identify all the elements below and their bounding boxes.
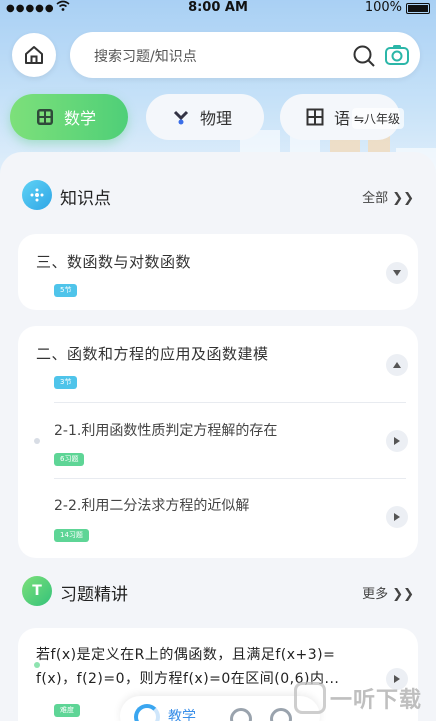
tab-chinese-label: 语 (334, 109, 351, 128)
chapter-title: 二、函数和方程的应用及函数建模 (36, 345, 269, 363)
difficulty-badge: 难度 (54, 704, 80, 717)
knowledge-icon (22, 180, 52, 210)
watermark-logo-icon (294, 682, 326, 714)
battery-icon (406, 3, 430, 14)
exercise-t-icon: T (22, 576, 52, 606)
calculator-icon (36, 108, 54, 126)
chapter-count-badge: 3节 (54, 376, 78, 389)
timeline-dot (34, 662, 40, 668)
collapse-chevron-icon[interactable] (386, 354, 408, 376)
chapter-title: 三、数函数与对数函数 (36, 253, 192, 271)
chapter-card[interactable]: 三、数函数与对数函数 5节 (18, 234, 418, 310)
knowledge-title: 知识点 (60, 189, 111, 209)
search-bar[interactable]: 搜索习题/知识点 (70, 32, 420, 78)
tab-math-label: 数学 (64, 109, 97, 128)
home-icon (25, 46, 43, 64)
search-placeholder: 搜索习题/知识点 (94, 49, 197, 65)
question-line-1: 若f(x)是定义在R上的偶函数，且满足f(x+3)= (36, 647, 336, 663)
nav-circle-icon[interactable] (270, 708, 292, 721)
magnet-icon (172, 108, 190, 126)
section-title: 2-2.利用二分法求方程的近似解 (54, 498, 250, 514)
tab-physics[interactable]: 物理 (146, 94, 264, 140)
knowledge-section-header: 知识点 全部 ❯❯ (22, 180, 414, 212)
bottom-nav-label[interactable]: 教学 (168, 706, 196, 721)
section-title: 2-1.利用函数性质判定方程解的存在 (54, 423, 278, 439)
status-bar: ●●●●● 8:00 AM 100% (0, 0, 436, 18)
divider (54, 478, 406, 479)
battery-percent: 100% (364, 0, 402, 15)
play-icon[interactable] (386, 506, 408, 528)
search-icon[interactable] (352, 44, 376, 72)
camera-icon[interactable] (384, 42, 410, 72)
watermark-text: 一听下载 (330, 688, 423, 713)
nav-circle-icon[interactable] (230, 708, 252, 721)
grid-icon (306, 108, 324, 126)
expand-chevron-icon[interactable] (386, 262, 408, 284)
progress-ring-icon[interactable] (134, 704, 160, 721)
question-line-2: f(x)，f(2)=0，则方程f(x)=0在区间(0,6)内... (36, 671, 340, 687)
exercise-more-link[interactable]: 更多 ❯❯ (362, 583, 414, 602)
tab-physics-label: 物理 (200, 109, 233, 128)
bottom-nav: 教学 (120, 696, 320, 721)
grade-selector[interactable]: ⇋八年级 (352, 108, 405, 129)
exercise-count-badge: 14习题 (54, 529, 89, 542)
exercise-count-badge: 6习题 (54, 453, 85, 466)
home-button[interactable] (12, 33, 56, 77)
knowledge-more-link[interactable]: 全部 ❯❯ (362, 187, 414, 206)
play-icon[interactable] (386, 430, 408, 452)
tab-math[interactable]: 数学 (10, 94, 128, 140)
timeline-dot (34, 438, 40, 444)
exercise-section-header: T 习题精讲 更多 ❯❯ (22, 576, 414, 608)
exercise-title: 习题精讲 (60, 585, 128, 605)
chapter-count-badge: 5节 (54, 284, 78, 297)
divider (54, 402, 406, 403)
chapter-card-expanded[interactable]: 二、函数和方程的应用及函数建模 3节 2-1.利用函数性质判定方程解的存在 6习… (18, 326, 418, 558)
